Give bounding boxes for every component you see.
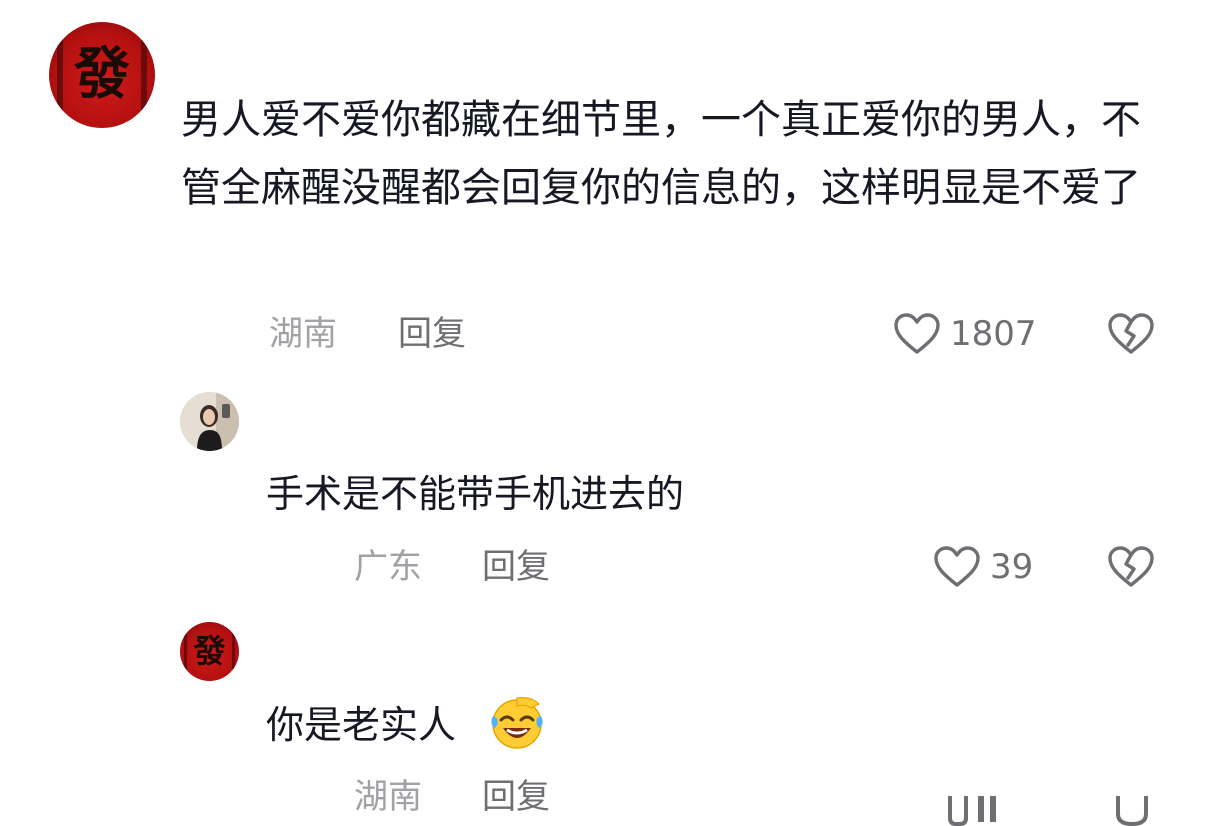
- heart-outline-icon: [948, 796, 996, 826]
- broken-heart-icon: [1108, 546, 1154, 587]
- comment-text: 男人爱不爱你都藏在细节里，一个真正爱你的男人，不管全麻醒没醒都会回复你的信息的，…: [181, 97, 1141, 211]
- laughing-crying-emoji-icon: [491, 697, 543, 749]
- avatar-glyph: 發: [193, 632, 226, 670]
- broken-heart-icon: [1108, 313, 1154, 354]
- comment-location: 广东: [354, 547, 422, 587]
- dislike-button[interactable]: [1107, 545, 1155, 589]
- heart-outline-icon: [934, 546, 980, 587]
- like-button[interactable]: [893, 312, 941, 356]
- comment-text: 手术是不能带手机进去的: [266, 472, 685, 516]
- avatar[interactable]: 發: [49, 22, 155, 128]
- dislike-button[interactable]: [1107, 312, 1155, 356]
- reply-button[interactable]: 回复: [482, 545, 550, 589]
- dislike-button-partial[interactable]: [1108, 796, 1156, 826]
- avatar[interactable]: 發: [180, 622, 239, 681]
- comment-location: 湖南: [354, 777, 422, 817]
- like-count: 1807: [950, 314, 1037, 354]
- heart-outline-icon: [894, 313, 940, 354]
- reply-button[interactable]: 回复: [398, 312, 466, 356]
- avatar-glyph: 發: [74, 41, 130, 107]
- comment-location: 湖南: [269, 314, 337, 354]
- comment-text: 你是老实人: [266, 703, 457, 747]
- like-button-partial[interactable]: [942, 796, 1002, 826]
- reply-button[interactable]: 回复: [482, 775, 550, 819]
- laughing-crying-emoji: [487, 694, 547, 750]
- broken-heart-icon: [1116, 796, 1148, 826]
- like-button[interactable]: [933, 545, 981, 589]
- like-count: 39: [990, 547, 1034, 587]
- avatar[interactable]: [180, 392, 239, 451]
- person-photo-icon: [180, 392, 239, 451]
